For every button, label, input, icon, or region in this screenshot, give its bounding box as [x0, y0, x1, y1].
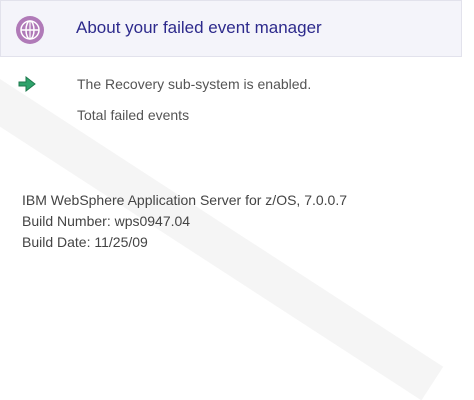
build-number: Build Number: wps0947.04 — [22, 213, 191, 229]
product-version: IBM WebSphere Application Server for z/O… — [22, 192, 348, 208]
recovery-status-text: The Recovery sub-system is enabled. — [77, 76, 312, 92]
check-arrow-icon — [18, 75, 36, 93]
build-info: IBM WebSphere Application Server for z/O… — [22, 190, 347, 253]
globe-icon — [15, 15, 45, 45]
total-failed-events-link[interactable]: Total failed events — [77, 107, 189, 123]
page-title: About your failed event manager — [76, 18, 322, 37]
page-header: About your failed event manager — [0, 0, 462, 57]
